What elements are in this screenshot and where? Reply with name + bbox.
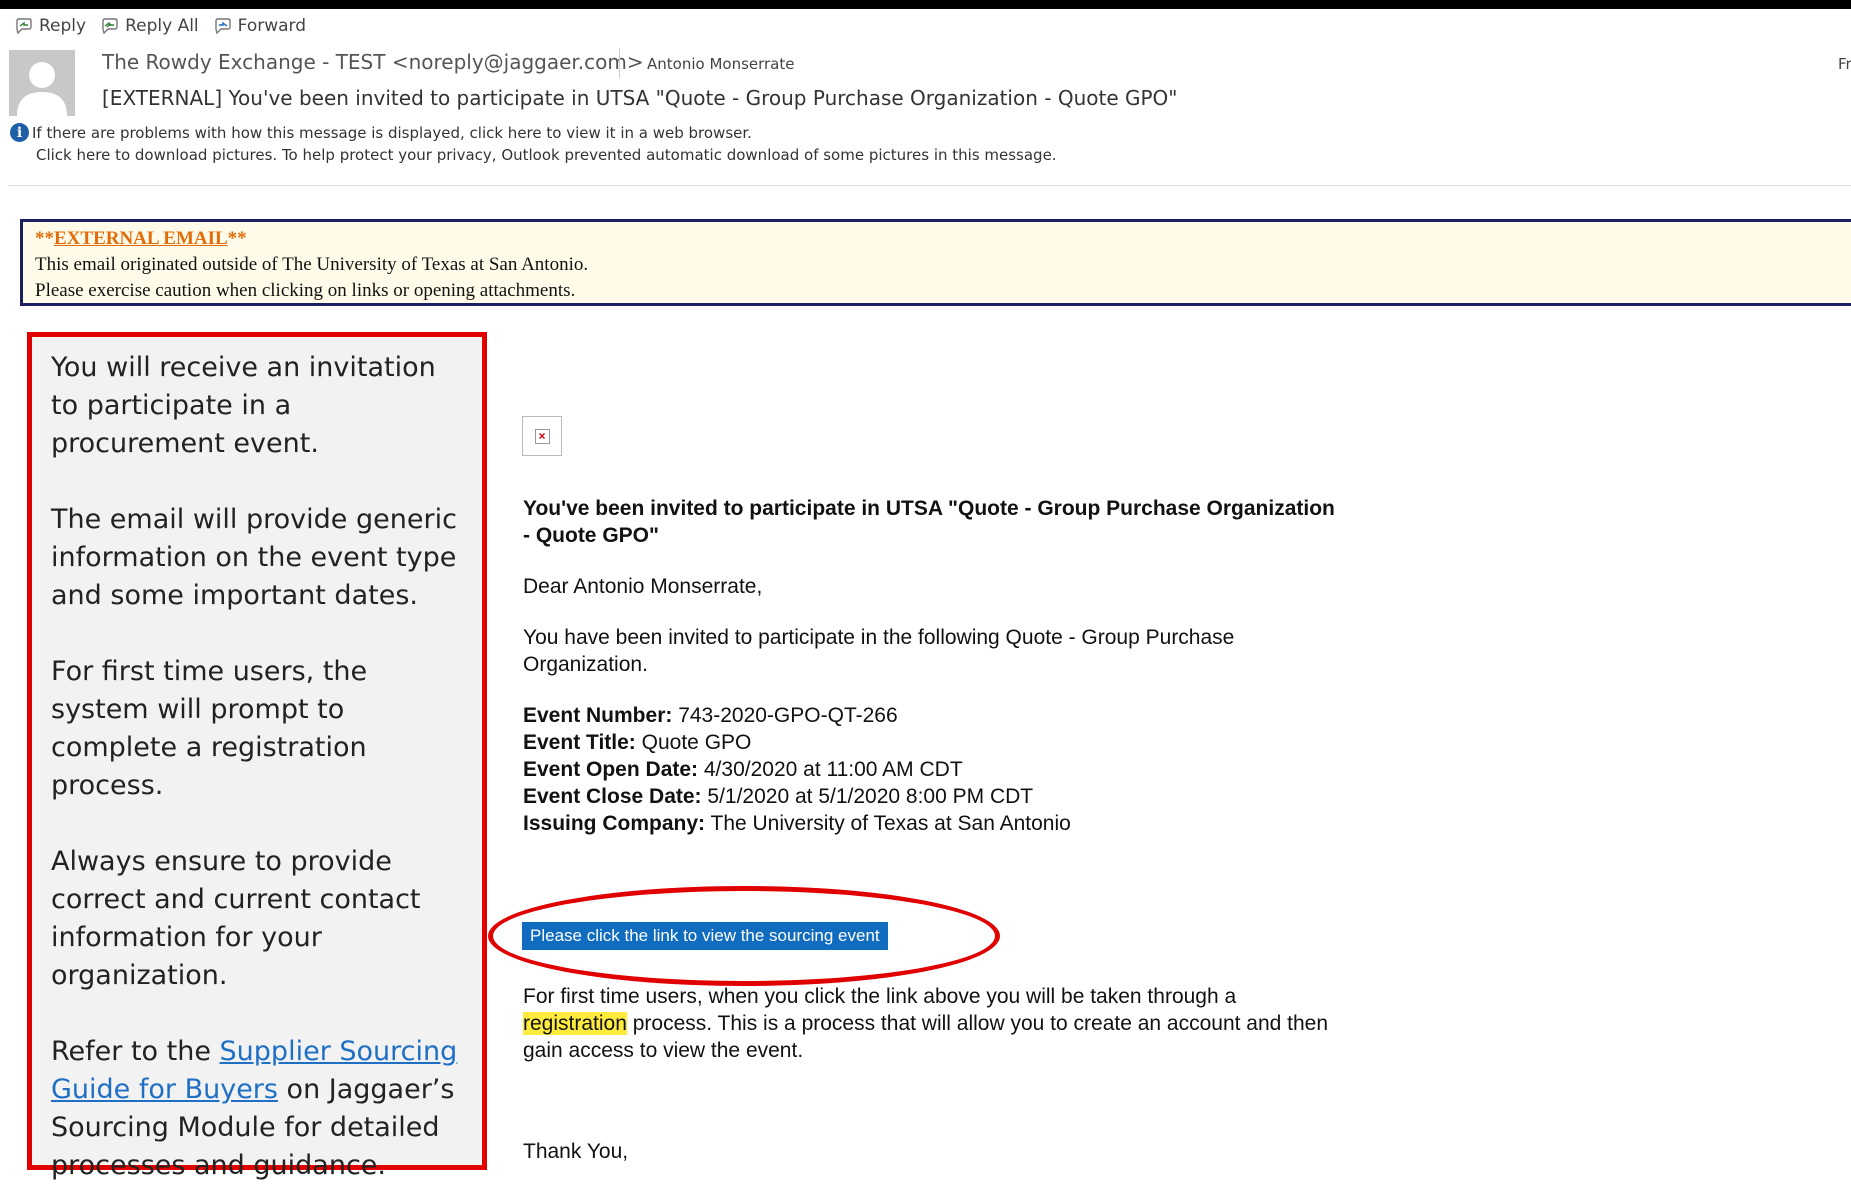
detail-label: Event Close Date: — [523, 785, 702, 808]
message-toolbar: Reply Reply All Forward — [14, 14, 306, 38]
sign-off: Thank You, — [523, 1140, 629, 1163]
email-subject: [EXTERNAL] You've been invited to partic… — [102, 86, 1178, 110]
person-icon — [17, 62, 67, 116]
reply-all-label: Reply All — [125, 16, 199, 36]
email-body: You've been invited to participate in UT… — [523, 495, 1343, 837]
callout-ref-before: Refer to the — [51, 1036, 220, 1067]
reply-all-icon — [102, 18, 118, 35]
sender-avatar — [9, 50, 75, 116]
external-label: EXTERNAL EMAIL — [54, 228, 228, 249]
external-email-banner: **EXTERNAL EMAIL** This email originated… — [20, 219, 1851, 306]
detail-label: Event Title: — [523, 731, 636, 754]
forward-label: Forward — [237, 16, 307, 36]
reply-label: Reply — [39, 16, 87, 36]
recipient-name: Antonio Monserrate — [647, 55, 795, 73]
info-icon: i — [10, 123, 29, 142]
instruction-callout: You will receive an invitation to partic… — [27, 332, 487, 1181]
issuing-company-row: Issuing Company: The University of Texas… — [523, 810, 1343, 837]
forward-button[interactable]: Forward — [213, 16, 306, 36]
broken-image-placeholder: × — [522, 416, 562, 456]
date-truncated: Fr — [1838, 55, 1851, 73]
download-pictures-notice[interactable]: Click here to download pictures. To help… — [36, 146, 1057, 164]
sender-address: The Rowdy Exchange - TEST <noreply@jagga… — [102, 50, 644, 74]
intro-text: You have been invited to participate in … — [523, 626, 1235, 676]
broken-image-icon: × — [534, 428, 550, 444]
event-open-date-row: Event Open Date: 4/30/2020 at 11:00 AM C… — [523, 756, 1343, 783]
detail-value: 743-2020-GPO-QT-266 — [672, 704, 898, 727]
detail-label: Event Open Date: — [523, 758, 699, 781]
callout-paragraph-3: For first time users, the system will pr… — [51, 656, 368, 801]
external-line-1: This email originated outside of The Uni… — [35, 254, 589, 275]
detail-value: 5/1/2020 at 5/1/2020 8:00 PM CDT — [701, 785, 1034, 808]
registration-highlight: registration — [523, 1012, 627, 1035]
detail-value: 4/30/2020 at 11:00 AM CDT — [698, 758, 963, 781]
callout-paragraph-5: Refer to the Supplier Sourcing Guide for… — [51, 1033, 464, 1185]
external-prefix: ** — [35, 228, 54, 249]
detail-label: Event Number: — [523, 704, 673, 727]
invitation-title: You've been invited to participate in UT… — [523, 497, 1335, 547]
external-email-title: **EXTERNAL EMAIL** — [35, 226, 1839, 252]
first-time-users-text: For first time users, when you click the… — [523, 983, 1343, 1064]
callout-paragraph-1: You will receive an invitation to partic… — [51, 352, 436, 459]
detail-label: Issuing Company: — [523, 812, 706, 835]
after-text-after: process. This is a process that will all… — [523, 1012, 1329, 1062]
detail-value: Quote GPO — [635, 731, 752, 754]
header-divider — [8, 185, 1851, 186]
reply-button[interactable]: Reply — [14, 16, 86, 36]
event-number-row: Event Number: 743-2020-GPO-QT-266 — [523, 702, 1343, 729]
forward-icon — [214, 18, 231, 35]
top-bar — [0, 0, 1851, 9]
event-title-row: Event Title: Quote GPO — [523, 729, 1343, 756]
reply-icon — [16, 18, 32, 35]
callout-paragraph-4: Always ensure to provide correct and cur… — [51, 846, 421, 991]
detail-value: The University of Texas at San Antonio — [705, 812, 1071, 835]
view-sourcing-event-button[interactable]: Please click the link to view the sourci… — [522, 922, 888, 950]
greeting: Dear Antonio Monserrate, — [523, 575, 763, 598]
display-problem-text: If there are problems with how this mess… — [32, 123, 752, 142]
after-text-before: For first time users, when you click the… — [523, 985, 1237, 1008]
reply-all-button[interactable]: Reply All — [100, 16, 199, 36]
event-close-date-row: Event Close Date: 5/1/2020 at 5/1/2020 8… — [523, 783, 1343, 810]
header-separator — [619, 48, 620, 78]
callout-paragraph-2: The email will provide generic informati… — [51, 504, 457, 611]
external-suffix: ** — [227, 228, 247, 249]
display-problem-notice[interactable]: i If there are problems with how this me… — [10, 123, 752, 142]
event-details: Event Number: 743-2020-GPO-QT-266 Event … — [523, 702, 1343, 837]
external-line-2: Please exercise caution when clicking on… — [35, 280, 576, 301]
